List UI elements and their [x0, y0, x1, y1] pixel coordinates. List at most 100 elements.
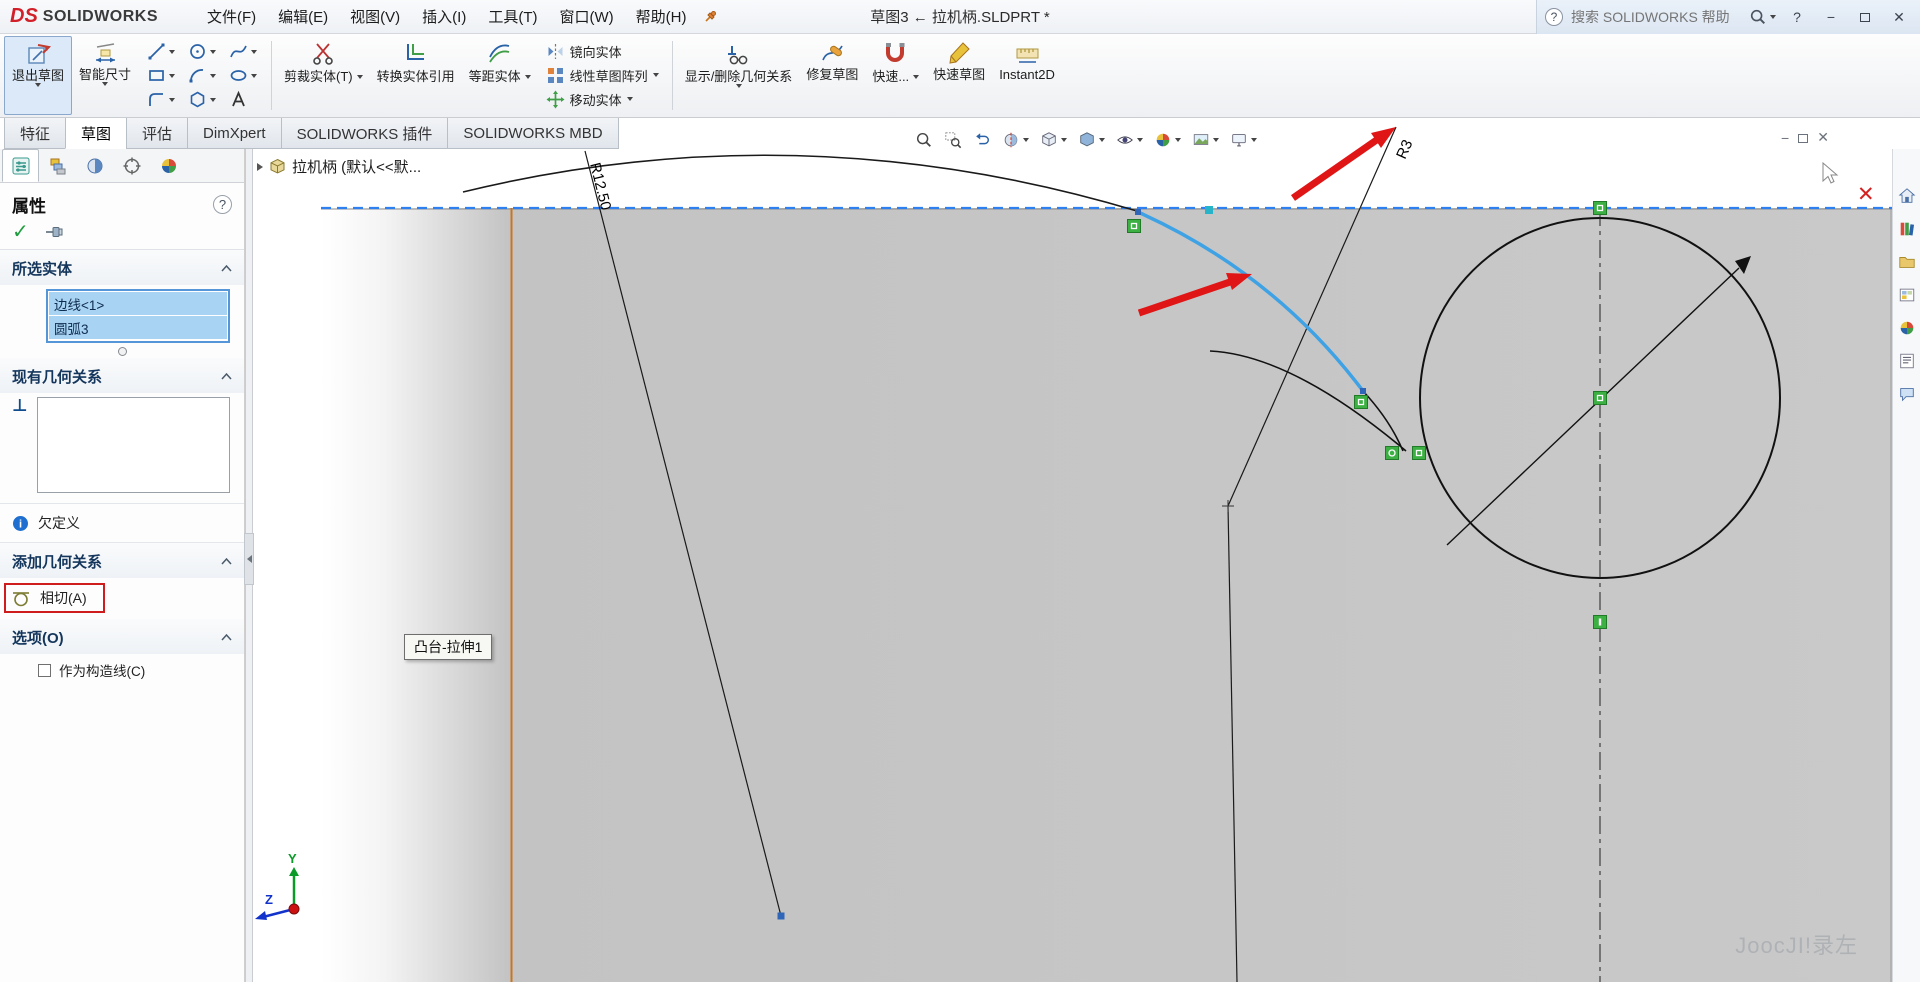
file-explorer-icon[interactable]	[1898, 253, 1916, 271]
display-relations-caret[interactable]	[735, 84, 742, 88]
sketch-endpoint[interactable]	[777, 912, 785, 920]
arc-caret[interactable]	[210, 73, 217, 78]
midpoint-marker[interactable]	[1205, 206, 1213, 214]
tab-features[interactable]: 特征	[4, 118, 67, 149]
menu-help[interactable]: 帮助(H)	[625, 1, 698, 32]
quick-snaps-button[interactable]: 快速...	[865, 36, 926, 115]
sketch-endpoint[interactable]	[1360, 388, 1366, 394]
polygon-tool-button[interactable]	[185, 89, 219, 110]
display-style-caret[interactable]	[1099, 137, 1105, 142]
help-badge-icon[interactable]: ?	[1545, 8, 1563, 26]
instant2d-button[interactable]: Instant2D	[992, 36, 1062, 115]
panel-collapse-handle[interactable]	[244, 533, 254, 585]
section-view-caret[interactable]	[1023, 137, 1029, 142]
menu-tools[interactable]: 工具(T)	[477, 1, 548, 32]
tab-evaluate[interactable]: 评估	[126, 118, 189, 149]
selected-entities-listbox[interactable]: 边线<1> 圆弧3	[46, 289, 230, 343]
offset-entities-button[interactable]: 等距实体	[462, 36, 538, 115]
doc-minimize-button[interactable]: −	[1781, 130, 1789, 146]
offset-caret[interactable]	[524, 74, 531, 79]
scene-caret[interactable]	[1213, 137, 1219, 142]
circle-caret[interactable]	[210, 49, 217, 54]
sketch-arc-large[interactable]	[462, 154, 1138, 212]
close-button[interactable]: ✕	[1886, 5, 1912, 29]
dimension-r3[interactable]: R3	[1393, 137, 1416, 161]
menu-file[interactable]: 文件(F)	[196, 1, 267, 32]
rectangle-caret[interactable]	[169, 73, 176, 78]
menu-edit[interactable]: 编辑(E)	[267, 1, 339, 32]
breadcrumb-label[interactable]: 拉机柄 (默认<<默...	[292, 156, 421, 177]
view-orientation-button[interactable]	[1040, 131, 1067, 149]
menu-view[interactable]: 视图(V)	[339, 1, 411, 32]
view-settings-caret[interactable]	[1251, 137, 1257, 142]
display-delete-relations-button[interactable]: 显示/删除几何关系	[678, 36, 800, 115]
list-item-edge[interactable]: 边线<1>	[49, 292, 227, 315]
exit-sketch-button[interactable]: 退出草图	[4, 36, 73, 115]
home-resources-icon[interactable]	[1898, 187, 1916, 205]
exit-sketch-caret[interactable]	[35, 83, 41, 87]
edit-appearance-button[interactable]	[1154, 131, 1181, 149]
tangent-relation-button[interactable]: 相切(A)	[40, 588, 87, 608]
section-view-button[interactable]	[1002, 131, 1029, 149]
part-face[interactable]	[321, 208, 1892, 982]
view-settings-button[interactable]	[1230, 131, 1257, 149]
trim-entities-button[interactable]: 剪裁实体(T)	[277, 36, 370, 115]
menu-window[interactable]: 窗口(W)	[549, 1, 625, 32]
appearance-caret[interactable]	[1175, 137, 1181, 142]
rapid-sketch-button[interactable]: 快速草图	[926, 36, 992, 115]
linear-pattern-caret[interactable]	[652, 73, 659, 78]
hide-show-caret[interactable]	[1137, 137, 1143, 142]
rectangle-tool-button[interactable]	[144, 65, 178, 86]
design-library-icon[interactable]	[1898, 220, 1916, 238]
circle-tool-button[interactable]	[185, 41, 219, 62]
pm-tab-appearances[interactable]	[150, 149, 187, 182]
list-item-arc[interactable]: 圆弧3	[49, 316, 227, 339]
listbox-resize-handle[interactable]	[117, 347, 127, 356]
existing-relations-listbox[interactable]	[36, 397, 230, 493]
pm-tab-displaymanager[interactable]	[76, 149, 113, 182]
view-palette-icon[interactable]	[1898, 286, 1916, 304]
forum-icon[interactable]	[1898, 385, 1916, 403]
section-selected-entities[interactable]: 所选实体	[0, 250, 244, 285]
smart-dimension-button[interactable]: 智能尺寸	[72, 36, 138, 115]
construction-checkbox[interactable]	[38, 663, 51, 677]
pm-tab-configurationmanager[interactable]	[39, 149, 76, 182]
pm-tab-dimxpertmanager[interactable]	[113, 149, 150, 182]
relation-marker[interactable]	[1593, 201, 1607, 215]
mirror-entities-button[interactable]: 镜向实体	[542, 41, 663, 62]
menu-insert[interactable]: 插入(I)	[411, 1, 477, 32]
hide-show-items-button[interactable]	[1116, 131, 1143, 149]
line-tool-button[interactable]	[144, 41, 178, 62]
trim-caret[interactable]	[356, 74, 363, 79]
tab-sketch[interactable]: 草图	[65, 118, 128, 149]
sketch-canvas[interactable]: R12.50 R3 Y Z	[253, 118, 1892, 982]
sketch-endpoint[interactable]	[1135, 209, 1141, 215]
apply-scene-button[interactable]	[1192, 131, 1219, 149]
doc-close-button[interactable]: ✕	[1817, 129, 1829, 146]
relation-marker[interactable]	[1593, 391, 1607, 405]
relation-marker[interactable]	[1412, 446, 1426, 460]
pm-tab-propertymanager[interactable]	[2, 149, 39, 182]
keep-visible-pin-icon[interactable]	[45, 225, 63, 239]
tab-solidworks-mbd[interactable]: SOLIDWORKS MBD	[447, 118, 619, 149]
arc-tool-button[interactable]	[185, 65, 219, 86]
appearances-scenes-icon[interactable]	[1898, 319, 1916, 337]
move-entities-caret[interactable]	[626, 97, 633, 102]
previous-view-button[interactable]	[973, 131, 991, 149]
feature-tree-flyout[interactable]: 拉机柄 (默认<<默...	[257, 156, 421, 177]
search-button[interactable]	[1749, 8, 1776, 26]
quick-snaps-caret[interactable]	[913, 74, 920, 79]
move-entities-button[interactable]: 移动实体	[542, 89, 663, 110]
maximize-button[interactable]	[1852, 5, 1878, 29]
custom-properties-icon[interactable]	[1898, 352, 1916, 370]
ellipse-tool-button[interactable]	[226, 65, 260, 86]
section-existing-relations[interactable]: 现有几何关系	[0, 358, 244, 393]
zoom-fit-button[interactable]	[915, 131, 933, 149]
relation-marker[interactable]	[1127, 219, 1141, 233]
section-add-relations[interactable]: 添加几何关系	[0, 543, 244, 578]
convert-entities-button[interactable]: 转换实体引用	[370, 36, 462, 115]
tab-solidworks-addins[interactable]: SOLIDWORKS 插件	[280, 118, 449, 149]
minimize-button[interactable]: −	[1818, 5, 1844, 29]
menu-pin-icon[interactable]	[703, 9, 718, 24]
ok-button[interactable]: ✓	[12, 222, 29, 242]
